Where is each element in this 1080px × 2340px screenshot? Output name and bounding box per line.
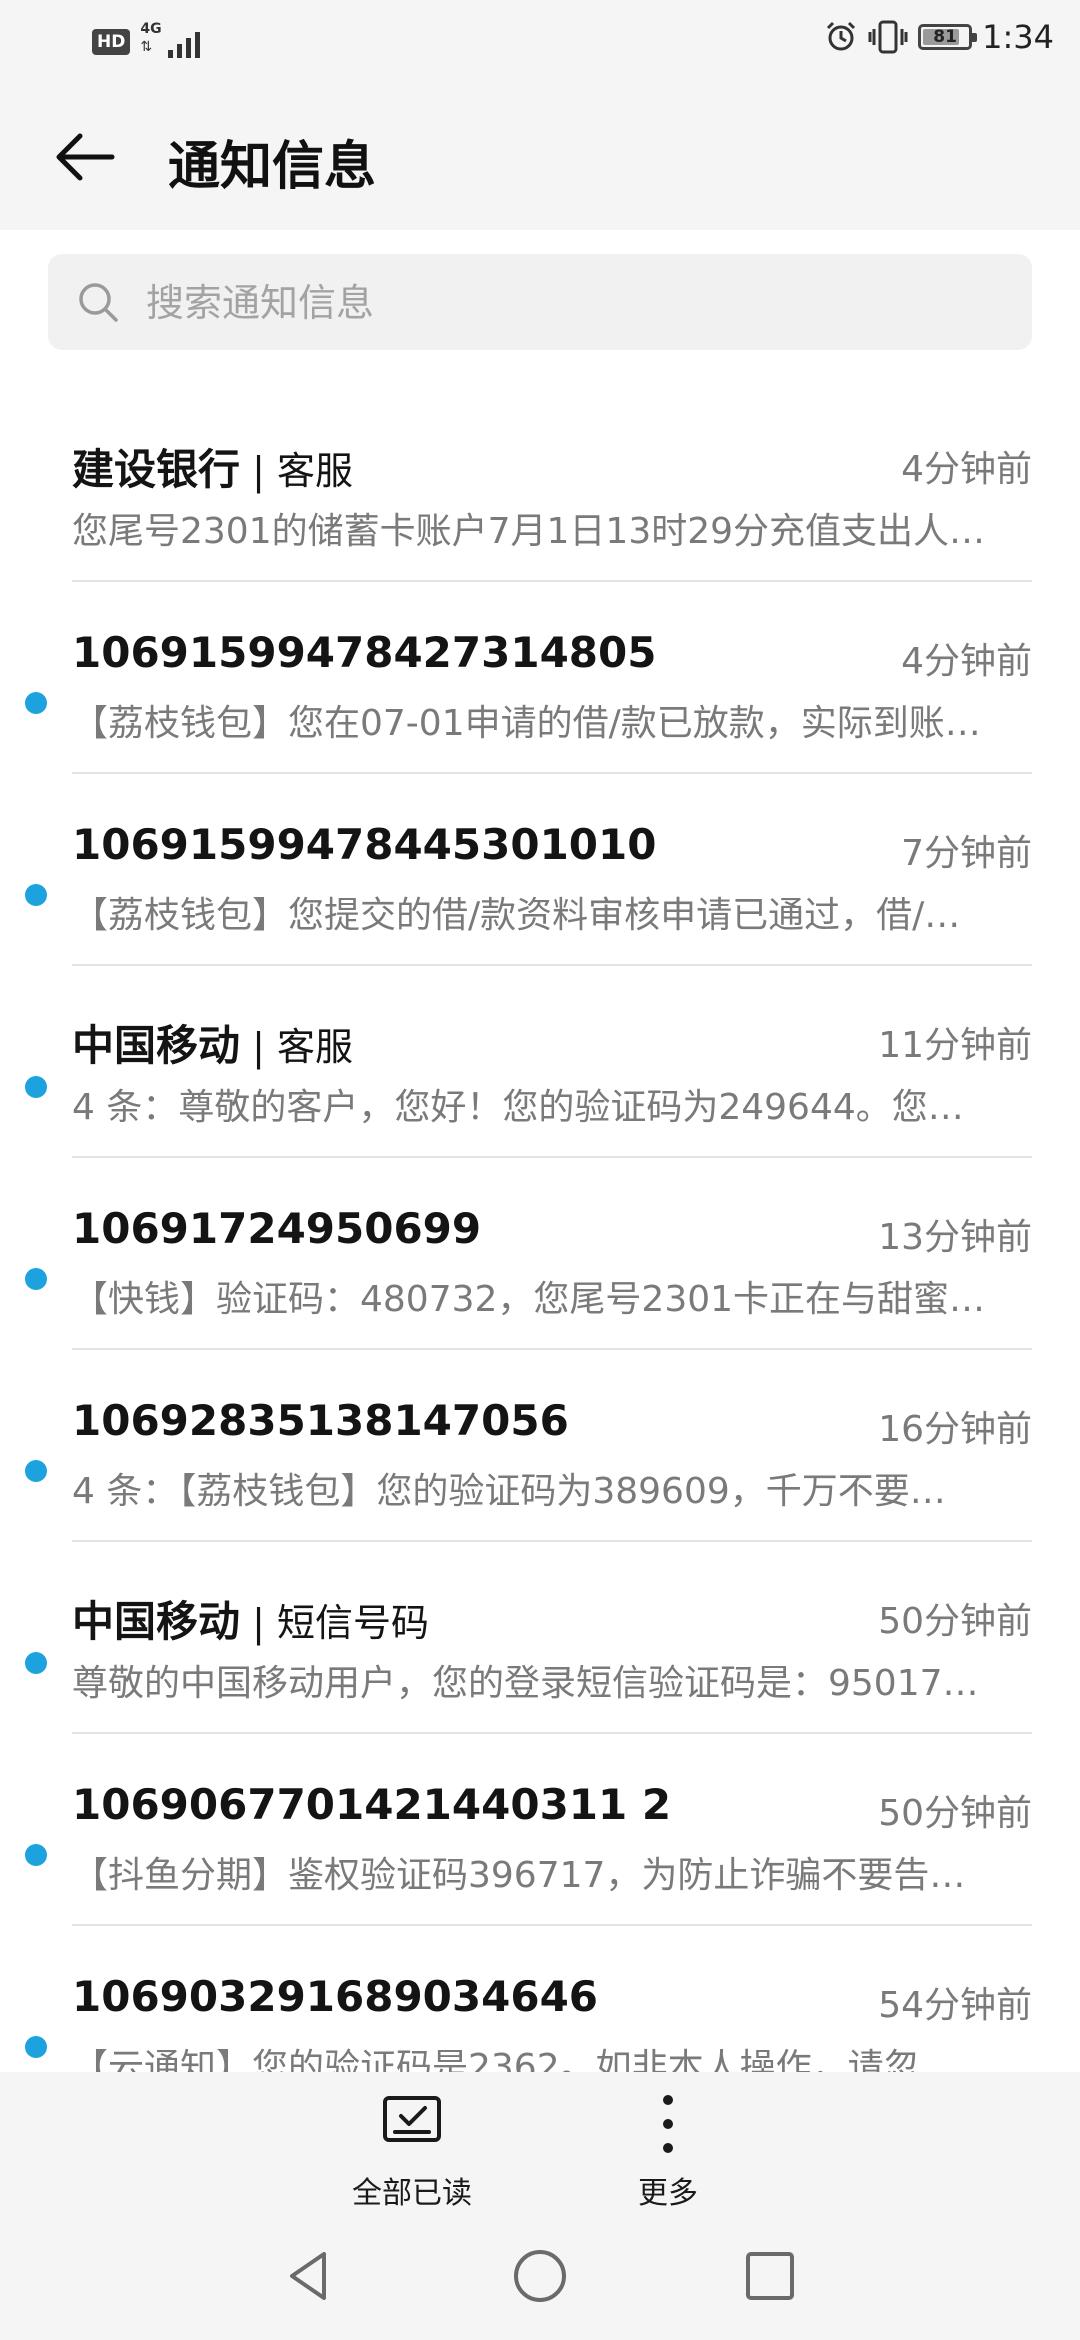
message-time: 16分钟前 <box>878 1409 1032 1450</box>
clock: 1:34 <box>982 18 1054 56</box>
message-sender: 1069067701421440311 2 <box>72 1780 671 1829</box>
signal-bars-icon <box>168 28 201 58</box>
sender-name: 1069067701421440311 2 <box>72 1780 672 1829</box>
nav-home-icon[interactable] <box>510 2246 570 2306</box>
unread-dot-icon <box>25 1460 47 1482</box>
sender-separator: | <box>240 449 277 493</box>
search-input[interactable] <box>144 254 1008 352</box>
message-item[interactable]: 10691599478445301010 7分钟前【荔枝钱包】您提交的借/款资料审… <box>0 774 1080 966</box>
status-left: HD 4G ⇅ <box>92 22 228 62</box>
more-label: 更多 <box>638 2176 698 2211</box>
message-item[interactable]: 10691599478427314805 4分钟前【荔枝钱包】您在07-01申请的… <box>0 582 1080 774</box>
message-preview: 4 条：尊敬的客户，您好！您的验证码为249644。您… <box>72 1087 964 1128</box>
unread-dot-icon <box>25 692 47 714</box>
unread-dot-icon <box>25 884 47 906</box>
message-time: 13分钟前 <box>878 1217 1032 1258</box>
alarm-icon <box>827 21 856 51</box>
message-sender: 建设银行 | 客服 <box>72 436 353 497</box>
sender-name: 中国移动 <box>72 1597 241 1646</box>
mark-all-read-button[interactable]: 全部已读 <box>312 2094 512 2214</box>
message-sender: 10691599478427314805 <box>72 628 656 677</box>
unread-dot-icon <box>25 1076 47 1098</box>
sender-name: 10691599478445301010 <box>72 820 657 869</box>
status-bar: HD 4G ⇅ 81 1:34 <box>0 0 1080 84</box>
message-time: 4分钟前 <box>901 449 1032 490</box>
message-item[interactable]: 1069067701421440311 2 50分钟前【抖鱼分期】鉴权验证码396… <box>0 1734 1080 1926</box>
message-time: 7分钟前 <box>901 833 1032 874</box>
message-preview: 【快钱】验证码：480732，您尾号2301卡正在与甜蜜… <box>72 1279 986 1320</box>
sender-name: 10691599478427314805 <box>72 628 657 677</box>
message-item[interactable]: 10691724950699 13分钟前【快钱】验证码：480732，您尾号230… <box>0 1158 1080 1350</box>
sender-name: 10692835138147056 <box>72 1396 569 1445</box>
message-preview: 【云通知】您的验证码是2362。如非本人操作，请忽… <box>72 2047 956 2072</box>
message-item[interactable]: 106903291689034646 54分钟前【云通知】您的验证码是2362。如… <box>0 1926 1080 2072</box>
message-sender: 10691599478445301010 <box>72 820 656 869</box>
app-bar: 通知信息 <box>0 84 1080 230</box>
message-preview: 4 条：【荔枝钱包】您的验证码为389609，千万不要… <box>72 1471 946 1512</box>
more-button[interactable]: 更多 <box>568 2094 768 2214</box>
message-sender: 106903291689034646 <box>72 1972 598 2021</box>
sender-name: 10691724950699 <box>72 1204 482 1253</box>
message-time: 4分钟前 <box>901 641 1032 682</box>
message-preview: 【荔枝钱包】您在07-01申请的借/款已放款，实际到账… <box>72 703 981 744</box>
message-item[interactable]: 中国移动 | 客服 11分钟前 4 条：尊敬的客户，您好！您的验证码为249644。… <box>0 966 1080 1158</box>
unread-dot-icon <box>25 1268 47 1290</box>
battery-icon: 81 <box>918 24 978 50</box>
unread-dot-icon <box>25 2036 47 2058</box>
back-button[interactable] <box>50 122 120 192</box>
message-time: 54分钟前 <box>878 1985 1032 2026</box>
search-bar[interactable] <box>48 254 1032 352</box>
content-area: 建设银行 | 客服4分钟前您尾号2301的储蓄卡账户7月1日13时29分充值支出… <box>0 230 1080 2072</box>
message-item[interactable]: 建设银行 | 客服 4分钟前您尾号2301的储蓄卡账户7月1日13时29分充值支出… <box>0 390 1080 582</box>
sender-tag: 客服 <box>276 1025 353 1069</box>
message-preview: 您尾号2301的储蓄卡账户7月1日13时29分充值支出人… <box>72 511 986 552</box>
message-preview: 尊敬的中国移动用户，您的登录短信验证码是：95017… <box>72 1663 979 1704</box>
message-time: 11分钟前 <box>878 1025 1032 1066</box>
network-type: 4G <box>140 21 162 37</box>
data-arrows-icon: ⇅ <box>140 39 153 55</box>
nav-back-icon[interactable] <box>280 2246 340 2306</box>
message-preview: 【抖鱼分期】鉴权验证码396717，为防止诈骗不要告… <box>72 1855 966 1896</box>
system-nav-bar <box>0 2212 1080 2340</box>
message-item[interactable]: 10692835138147056 16分钟前 4 条：【荔枝钱包】您的验证码为38… <box>0 1350 1080 1542</box>
more-vertical-icon <box>663 2095 673 2153</box>
sender-tag: 短信号码 <box>276 1601 429 1645</box>
vibrate-icon <box>868 20 908 54</box>
sender-name: 106903291689034646 <box>72 1972 599 2021</box>
mark-read-icon <box>383 2096 441 2142</box>
back-arrow-icon <box>56 133 115 181</box>
mark-all-read-label: 全部已读 <box>352 2176 472 2211</box>
nav-recents-icon[interactable] <box>740 2246 800 2306</box>
message-sender: 10692835138147056 <box>72 1396 569 1445</box>
message-list: 建设银行 | 客服 4分钟前 您尾号2301的储蓄卡账户7月1日13时29分充值支出… <box>0 390 1080 2072</box>
message-sender: 中国移动 | 客服 <box>72 1012 353 1073</box>
bottom-action-bar: 全部已读 更多 <box>0 2072 1080 2212</box>
message-time: 50分钟前 <box>878 1793 1032 1834</box>
page-title: 通知信息 <box>168 137 377 197</box>
message-time: 50分钟前 <box>878 1601 1032 1642</box>
sender-separator: | <box>240 1601 277 1645</box>
hd-badge: HD <box>92 29 131 55</box>
sender-name: 建设银行 <box>72 445 241 494</box>
message-sender: 中国移动 | 短信号码 <box>72 1588 429 1649</box>
battery-level: 81 <box>933 27 957 47</box>
message-preview: 【荔枝钱包】您提交的借/款资料审核申请已通过，借/… <box>72 895 961 936</box>
search-icon <box>79 283 118 322</box>
sender-separator: | <box>240 1025 277 1069</box>
message-item[interactable]: 中国移动 | 短信号码 50分钟前尊敬的中国移动用户，您的登录短信验证码是：950… <box>0 1542 1080 1734</box>
message-sender: 10691724950699 <box>72 1204 481 1253</box>
sender-tag: 客服 <box>276 449 353 493</box>
sender-name: 中国移动 <box>72 1021 241 1070</box>
status-right: 81 1:34 <box>824 18 1054 56</box>
unread-dot-icon <box>25 1652 47 1674</box>
unread-dot-icon <box>25 1844 47 1866</box>
cellular-signal-icon: 4G ⇅ <box>138 22 228 62</box>
